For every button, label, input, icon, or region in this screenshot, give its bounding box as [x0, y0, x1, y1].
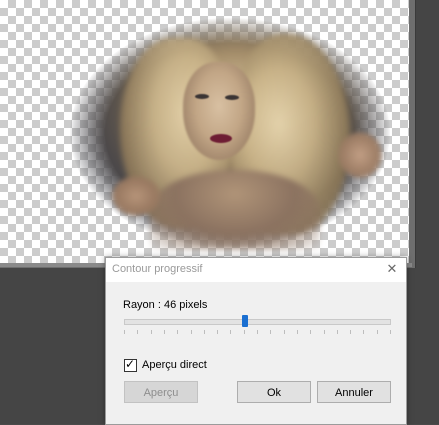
- hand-right: [338, 132, 382, 178]
- radius-slider-track[interactable]: [124, 319, 391, 325]
- dialog-titlebar[interactable]: Contour progressif ✕: [106, 258, 406, 282]
- lips: [210, 134, 232, 143]
- slider-tick: [350, 330, 352, 334]
- right-eye: [225, 95, 239, 100]
- dialog-title: Contour progressif: [112, 263, 203, 275]
- hand-left: [112, 176, 160, 216]
- slider-tick: [283, 330, 285, 334]
- image-canvas[interactable]: [0, 0, 409, 263]
- ok-button[interactable]: Ok: [237, 381, 311, 403]
- slider-tick: [230, 330, 232, 334]
- canvas-frame: [0, 0, 416, 268]
- slider-tick: [150, 330, 152, 334]
- slider-ticks: [124, 330, 391, 336]
- slider-tick: [270, 330, 272, 334]
- live-preview-label[interactable]: Aperçu direct: [142, 359, 207, 371]
- slider-tick: [243, 330, 245, 334]
- slider-tick: [363, 330, 365, 334]
- slider-tick: [177, 330, 179, 334]
- slider-tick: [310, 330, 312, 334]
- slider-tick: [163, 330, 165, 334]
- cancel-button[interactable]: Annuler: [317, 381, 391, 403]
- radius-slider-thumb[interactable]: [242, 315, 249, 327]
- face: [183, 62, 255, 160]
- slider-tick: [257, 330, 258, 334]
- shoulder: [150, 170, 320, 250]
- slider-tick: [203, 330, 205, 334]
- slider-tick: [190, 330, 192, 334]
- slider-tick: [124, 330, 125, 334]
- checkmark-icon: ✓: [125, 357, 136, 371]
- slider-tick: [323, 330, 325, 334]
- slider-tick: [390, 330, 391, 334]
- preview-button[interactable]: Aperçu: [124, 381, 198, 403]
- slider-tick: [296, 330, 298, 334]
- slider-tick: [217, 330, 219, 334]
- live-preview-checkbox[interactable]: ✓: [124, 357, 137, 372]
- slider-tick: [137, 330, 139, 334]
- feather-dialog: Contour progressif ✕ Rayon : 46 pixels ✓…: [105, 257, 407, 425]
- slider-tick: [376, 330, 378, 334]
- left-eye: [195, 94, 209, 99]
- close-icon[interactable]: ✕: [384, 261, 400, 277]
- radius-label: Rayon : 46 pixels: [123, 299, 208, 311]
- slider-tick: [336, 330, 338, 334]
